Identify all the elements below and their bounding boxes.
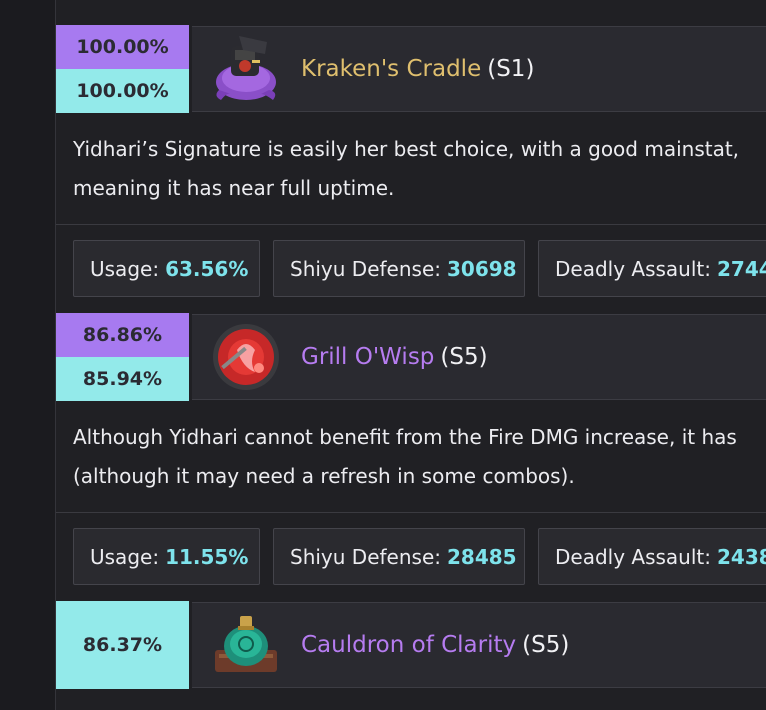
stat-usage: Usage: 63.56%: [73, 240, 260, 297]
percent-bottom: 85.94%: [56, 357, 189, 401]
weapon-name[interactable]: Grill O'Wisp: [301, 344, 434, 370]
weapon-list: 100.00% 100.00% Kraken's Cradle (S1) Yid…: [55, 0, 766, 710]
weapon-description: Yidhari’s Signature is easily her best c…: [73, 130, 766, 208]
stat-shiyu-defense: Shiyu Defense: 28485: [273, 528, 525, 585]
weapon-name-bar[interactable]: Kraken's Cradle (S1): [192, 26, 766, 112]
stat-shiyu-defense: Shiyu Defense: 30698: [273, 240, 525, 297]
grill-owisp-icon: [209, 320, 283, 394]
weapon-name-bar[interactable]: Cauldron of Clarity (S5): [192, 602, 766, 688]
weapon-header: 86.86% 85.94% Grill O'Wisp (S5): [56, 313, 766, 401]
weapon-description: Although Yidhari cannot benefit from the…: [73, 418, 766, 496]
divider: [56, 224, 766, 225]
weapon-title: Kraken's Cradle (S1): [301, 56, 534, 82]
stat-usage: Usage: 11.55%: [73, 528, 260, 585]
percent-bottom: 100.00%: [56, 69, 189, 113]
weapon-header: 86.37% Cauldron of Clarity (S5): [56, 601, 766, 689]
weapon-name[interactable]: Kraken's Cradle: [301, 56, 481, 82]
percent-box: 100.00% 100.00%: [56, 25, 189, 113]
percent-top: 86.86%: [56, 313, 189, 357]
weapon-rank: (S5): [440, 344, 488, 370]
description-line: (although it may need a refresh in some …: [73, 464, 575, 488]
weapon-rank: (S1): [487, 56, 535, 82]
percent-single: 86.37%: [56, 601, 189, 689]
weapon-name-bar[interactable]: Grill O'Wisp (S5): [192, 314, 766, 400]
description-line: Yidhari’s Signature is easily her best c…: [73, 137, 740, 161]
description-line: meaning it has near full uptime.: [73, 176, 395, 200]
description-line: Although Yidhari cannot benefit from the…: [73, 425, 737, 449]
stat-deadly-assault: Deadly Assault:2744: [538, 240, 766, 297]
weapon-name[interactable]: Cauldron of Clarity: [301, 632, 516, 658]
percent-top: 100.00%: [56, 25, 189, 69]
weapon-title: Grill O'Wisp (S5): [301, 344, 488, 370]
percent-box: 86.37%: [56, 601, 189, 689]
weapon-title: Cauldron of Clarity (S5): [301, 632, 569, 658]
weapon-header: 100.00% 100.00% Kraken's Cradle (S1): [56, 25, 766, 113]
divider: [56, 512, 766, 513]
kraken-cradle-icon: [209, 32, 283, 106]
weapon-rank: (S5): [522, 632, 570, 658]
stats-row: Usage: 11.55% Shiyu Defense: 28485 Deadly …: [73, 528, 766, 585]
percent-box: 86.86% 85.94%: [56, 313, 189, 401]
stat-deadly-assault: Deadly Assault:2438: [538, 528, 766, 585]
stats-row: Usage: 63.56% Shiyu Defense: 30698 Deadly …: [73, 240, 766, 297]
cauldron-clarity-icon: [209, 608, 283, 682]
